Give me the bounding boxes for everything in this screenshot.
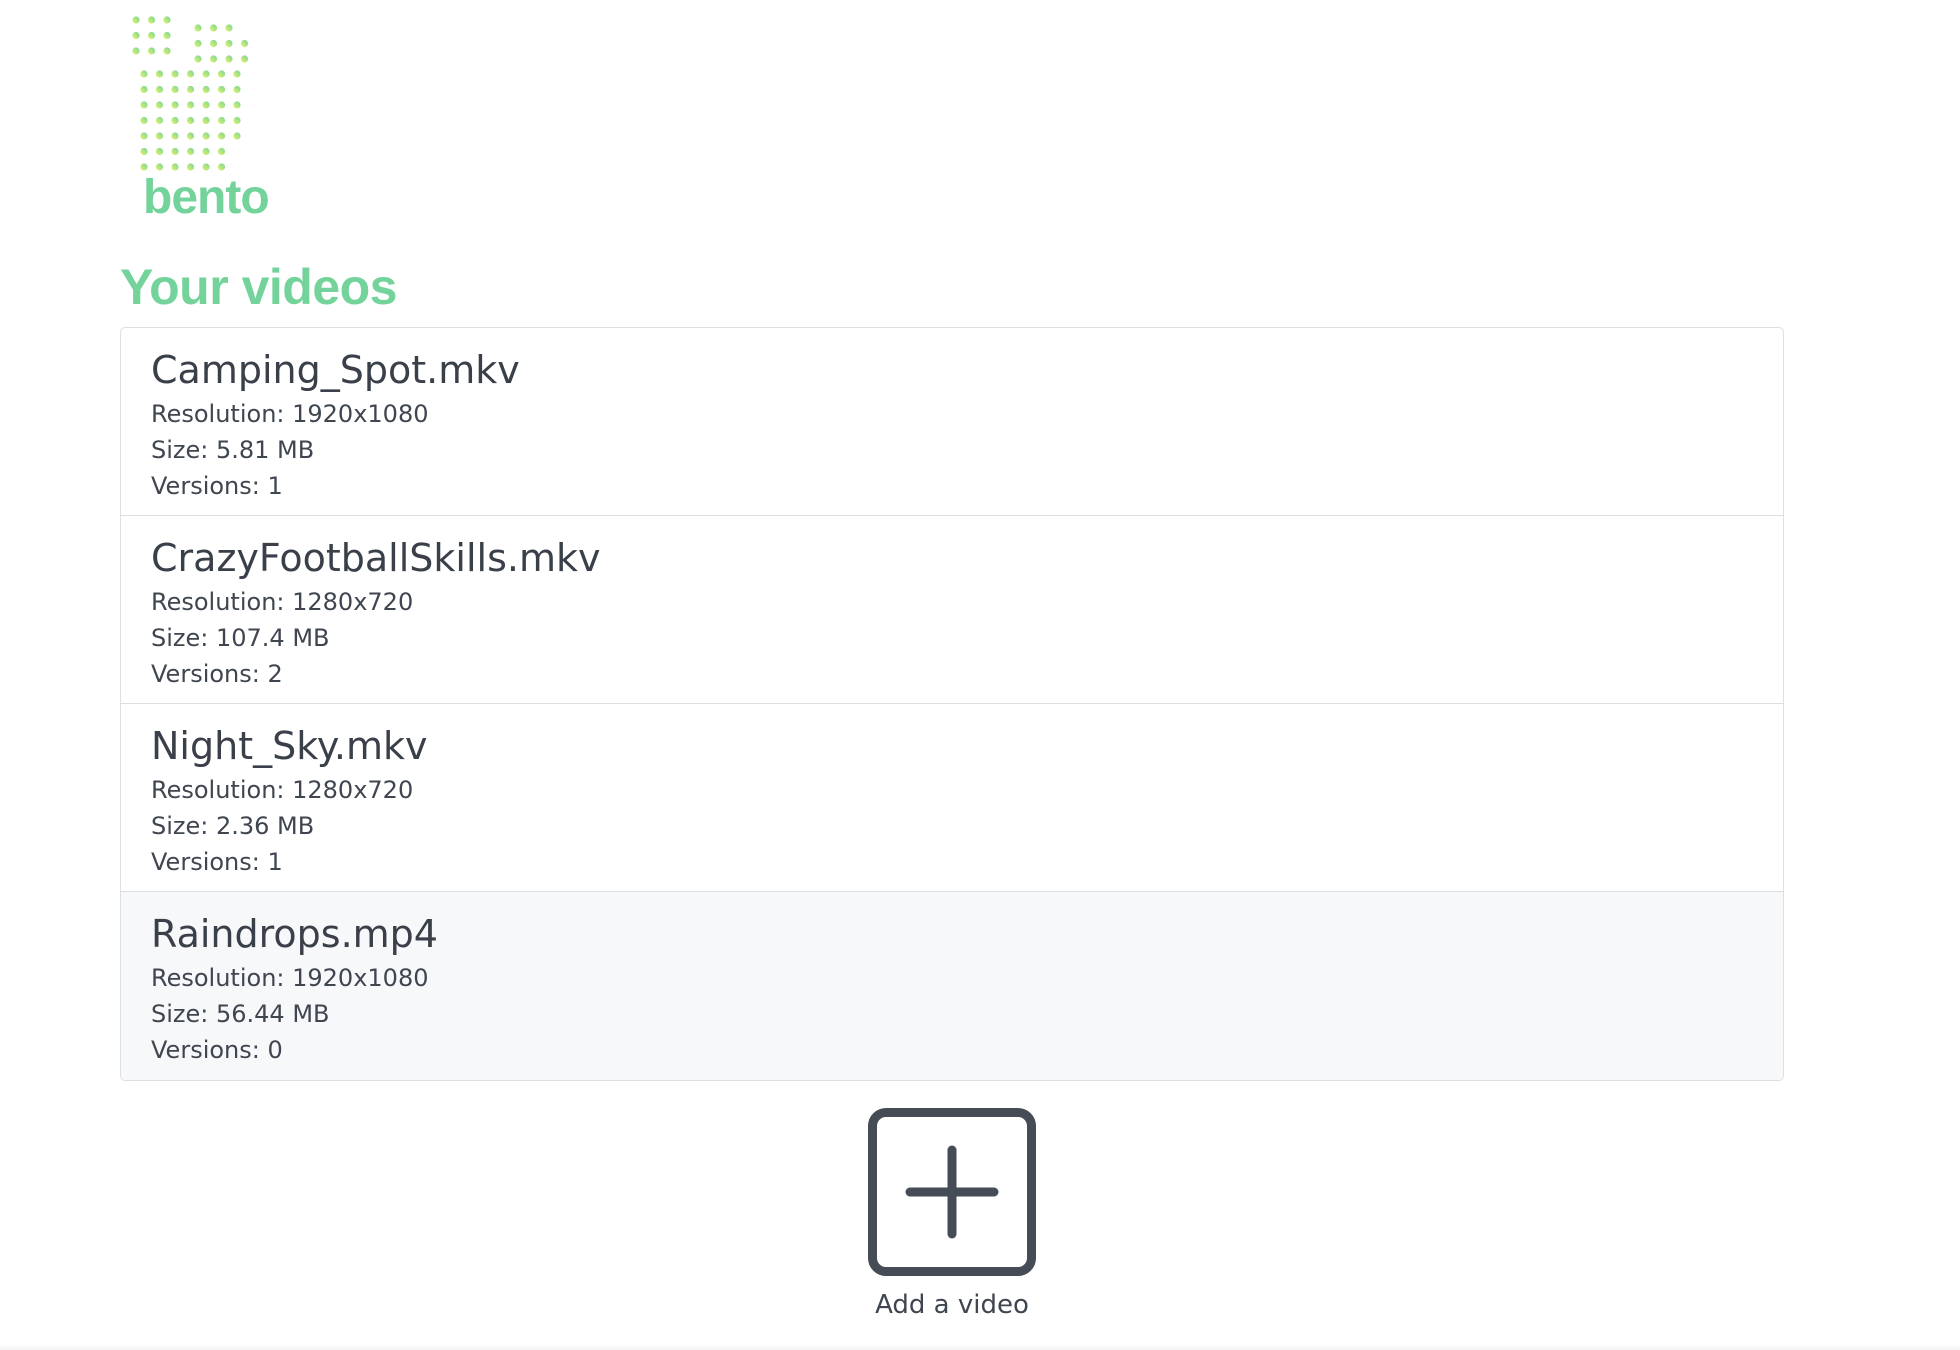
logo-dot bbox=[217, 85, 226, 94]
video-versions: Versions: 0 bbox=[151, 1036, 283, 1064]
logo-dot bbox=[202, 147, 210, 156]
logo-dot bbox=[194, 39, 202, 48]
logo-dot bbox=[225, 39, 233, 48]
logo-dot bbox=[155, 101, 164, 109]
logo-dot bbox=[163, 16, 171, 24]
logo-dot bbox=[186, 101, 195, 109]
plus-icon bbox=[905, 1145, 999, 1239]
logo-dot bbox=[171, 85, 179, 94]
logo-dot bbox=[209, 24, 218, 32]
logo-dot bbox=[217, 101, 226, 109]
video-list: Camping_Spot.mkv Resolution: 1920x1080 S… bbox=[120, 327, 1784, 1081]
logo-dot bbox=[202, 116, 210, 125]
plus-square-icon[interactable] bbox=[868, 1108, 1036, 1276]
logo-dot bbox=[140, 116, 148, 125]
logo-dot bbox=[202, 163, 210, 171]
logo-dot bbox=[155, 116, 164, 125]
video-item-night-sky[interactable]: Night_Sky.mkv Resolution: 1280x720 Size:… bbox=[121, 704, 1783, 892]
video-size: Size: 56.44 MB bbox=[151, 1000, 330, 1028]
page-bottom-edge bbox=[0, 1344, 1960, 1350]
logo-dot bbox=[186, 163, 195, 171]
logo-dot bbox=[163, 31, 171, 40]
video-size: Size: 107.4 MB bbox=[151, 624, 330, 652]
logo-dot bbox=[233, 70, 241, 78]
logo-dot bbox=[233, 116, 241, 125]
video-size: Size: 2.36 MB bbox=[151, 812, 315, 840]
logo-dot bbox=[140, 101, 148, 109]
logo-dot bbox=[147, 47, 156, 55]
add-video-button[interactable]: Add a video bbox=[862, 1108, 1042, 1322]
logo-dot bbox=[217, 163, 226, 171]
logo-dot bbox=[186, 147, 195, 156]
logo-dot bbox=[233, 132, 241, 140]
logo-dot bbox=[233, 101, 241, 109]
logo-wordmark: bento bbox=[143, 171, 270, 224]
logo-dot bbox=[171, 132, 179, 140]
logo-dot bbox=[140, 70, 148, 78]
logo-dot bbox=[171, 147, 179, 156]
logo-dot bbox=[155, 132, 164, 140]
video-resolution: Resolution: 1920x1080 bbox=[151, 400, 429, 428]
video-item-camping-spot[interactable]: Camping_Spot.mkv Resolution: 1920x1080 S… bbox=[121, 328, 1783, 516]
video-resolution: Resolution: 1280x720 bbox=[151, 588, 414, 616]
logo-dot bbox=[240, 39, 249, 48]
logo-dot bbox=[147, 31, 156, 40]
logo-dot-grid-icon bbox=[132, 16, 249, 171]
logo-dot bbox=[186, 70, 195, 78]
logo-dot bbox=[217, 147, 226, 156]
video-name: Raindrops.mp4 bbox=[151, 912, 438, 956]
logo-dot bbox=[140, 85, 148, 94]
logo-dot bbox=[171, 163, 179, 171]
video-name: Night_Sky.mkv bbox=[151, 724, 428, 768]
logo-dot bbox=[202, 132, 210, 140]
video-name: CrazyFootballSkills.mkv bbox=[151, 536, 601, 580]
logo-dot bbox=[240, 55, 249, 63]
logo-dot bbox=[171, 101, 179, 109]
logo-dot bbox=[217, 70, 226, 78]
logo-dot bbox=[171, 116, 179, 125]
logo-dot bbox=[132, 31, 140, 40]
logo-dot bbox=[202, 85, 210, 94]
page: bento Your videos Camping_Spot.mkv Resol… bbox=[0, 0, 1960, 1350]
video-item-crazy-football-skills[interactable]: CrazyFootballSkills.mkv Resolution: 1280… bbox=[121, 516, 1783, 704]
logo-dot bbox=[155, 163, 164, 171]
logo-dot bbox=[233, 85, 241, 94]
logo-dot bbox=[209, 55, 218, 63]
video-name: Camping_Spot.mkv bbox=[151, 348, 520, 392]
logo-dot bbox=[132, 16, 140, 24]
logo-dot bbox=[171, 70, 179, 78]
logo-dot bbox=[225, 55, 233, 63]
logo-dot bbox=[194, 55, 202, 63]
logo-dot bbox=[202, 101, 210, 109]
page-title: Your videos bbox=[120, 259, 397, 315]
video-resolution: Resolution: 1280x720 bbox=[151, 776, 414, 804]
logo-dot bbox=[194, 24, 202, 32]
logo-dot bbox=[217, 132, 226, 140]
logo-dot bbox=[155, 85, 164, 94]
logo-dot bbox=[225, 24, 233, 32]
logo-dot bbox=[155, 70, 164, 78]
logo-dot bbox=[217, 116, 226, 125]
logo-dot bbox=[186, 116, 195, 125]
logo-dot bbox=[155, 147, 164, 156]
logo-dot bbox=[163, 47, 171, 55]
logo-dot bbox=[147, 16, 156, 24]
video-versions: Versions: 2 bbox=[151, 660, 283, 688]
video-size: Size: 5.81 MB bbox=[151, 436, 315, 464]
logo-dot bbox=[209, 39, 218, 48]
logo-dot bbox=[186, 85, 195, 94]
video-versions: Versions: 1 bbox=[151, 848, 283, 876]
logo-dot bbox=[132, 47, 140, 55]
video-resolution: Resolution: 1920x1080 bbox=[151, 964, 429, 992]
video-item-raindrops[interactable]: Raindrops.mp4 Resolution: 1920x1080 Size… bbox=[121, 892, 1783, 1080]
logo-dot bbox=[140, 132, 148, 140]
logo-dot bbox=[140, 147, 148, 156]
logo-dot bbox=[186, 132, 195, 140]
bento-logo: bento bbox=[130, 14, 270, 224]
video-versions: Versions: 1 bbox=[151, 472, 283, 500]
logo-dot bbox=[140, 163, 148, 171]
add-video-label: Add a video bbox=[875, 1290, 1029, 1320]
logo-dot bbox=[202, 70, 210, 78]
